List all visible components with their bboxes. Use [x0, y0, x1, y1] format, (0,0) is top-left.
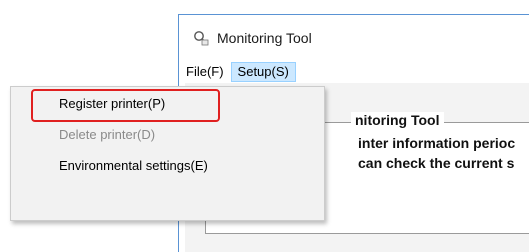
menu-item-environmental-settings[interactable]: Environmental settings(E) [59, 158, 208, 173]
menu-item-delete-printer: Delete printer(D) [59, 127, 156, 142]
highlight-box [31, 89, 220, 122]
description-line-2: can check the current s [358, 155, 515, 171]
menu-setup[interactable]: Setup(S) [230, 62, 296, 82]
description-line-1: inter information perioc [358, 135, 516, 151]
groupbox-title: nitoring Tool [351, 112, 444, 128]
monitoring-tool-icon [193, 30, 209, 46]
title-bar[interactable]: Monitoring Tool [179, 15, 529, 61]
menu-bar: File(F) Setup(S) [179, 61, 529, 83]
menu-file[interactable]: File(F) [179, 61, 231, 83]
window-title: Monitoring Tool [217, 30, 312, 46]
